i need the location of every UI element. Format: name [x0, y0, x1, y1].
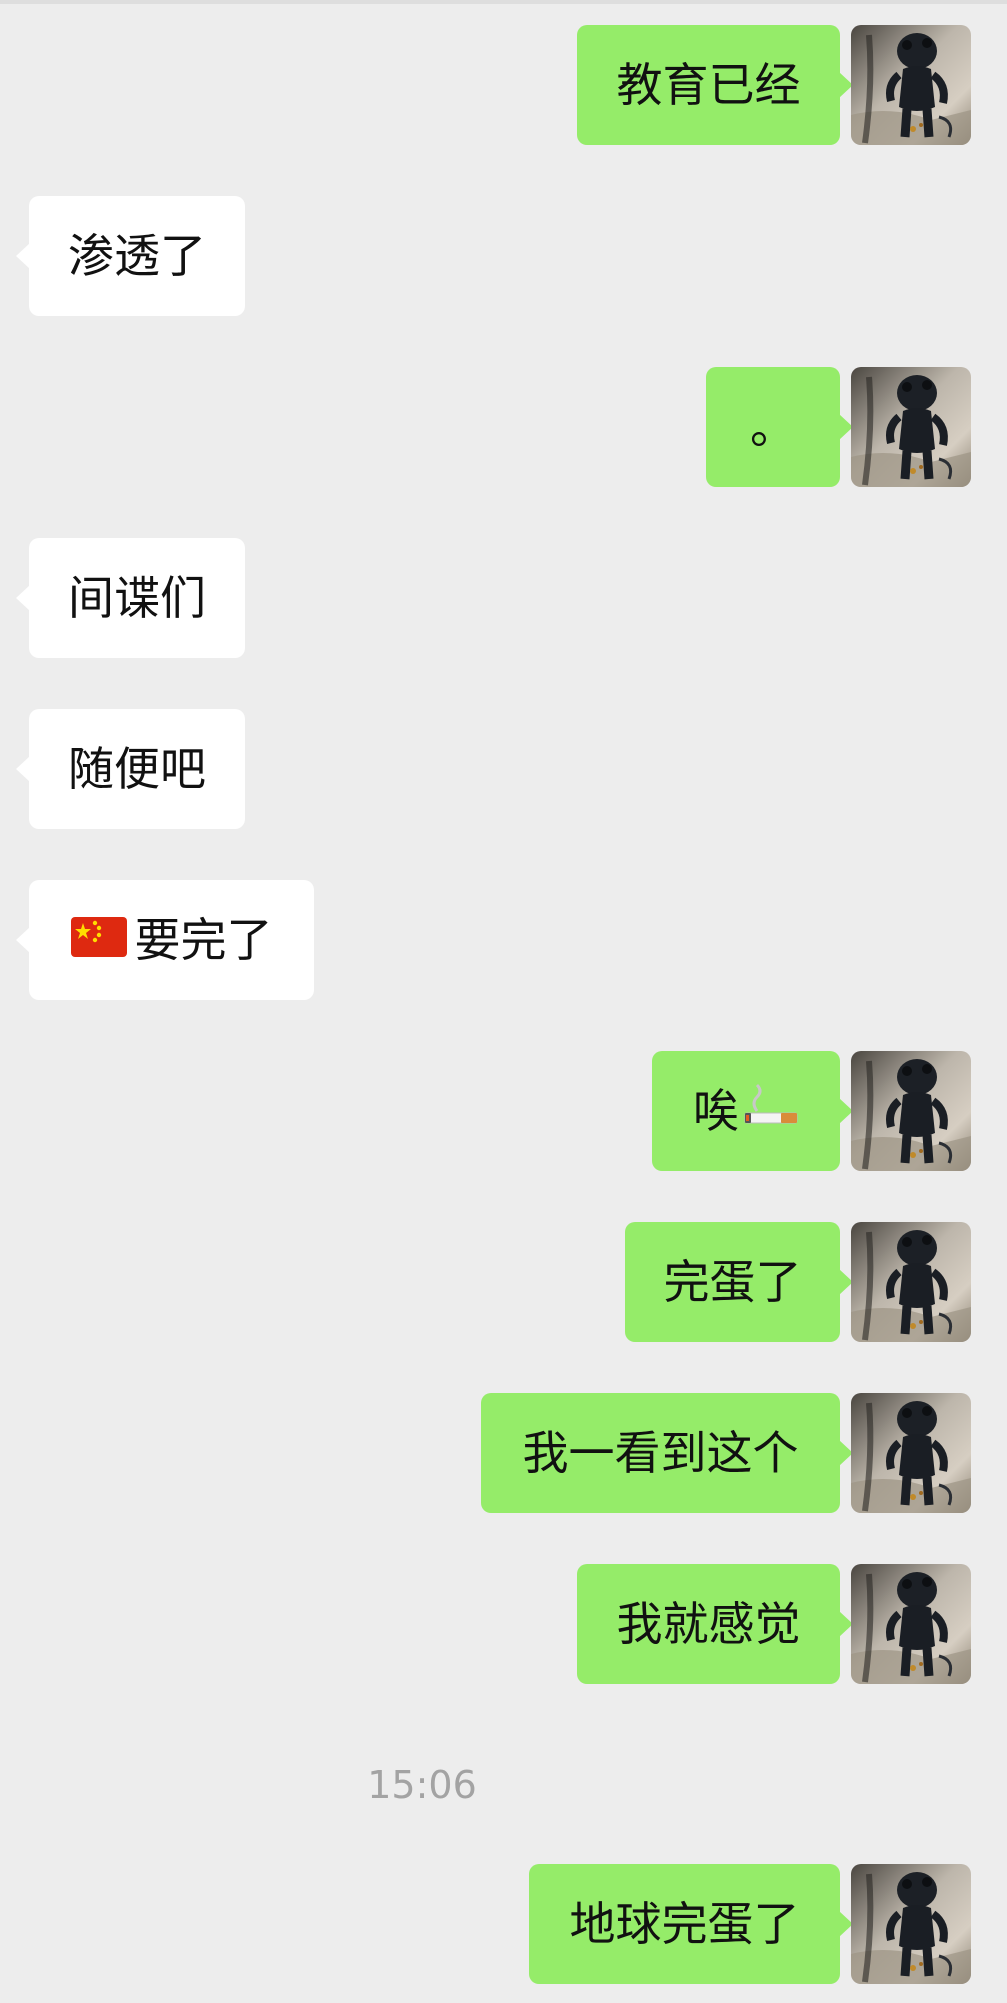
message-text: 教育已经	[616, 58, 801, 112]
message-text: 随便吧	[68, 742, 206, 796]
message-text: 我一看到这个	[522, 1426, 799, 1480]
robot-avatar-icon[interactable]	[851, 1222, 971, 1342]
outgoing-message-bubble[interactable]: 教育已经	[577, 25, 853, 145]
message-row-right: 。	[0, 367, 1007, 487]
incoming-message-bubble[interactable]: 渗透了	[16, 196, 245, 316]
message-text: 我就感觉	[616, 1597, 801, 1651]
outgoing-message-bubble[interactable]: 我一看到这个	[481, 1393, 853, 1513]
message-text: 地球完蛋了	[569, 1897, 800, 1951]
robot-avatar-icon[interactable]	[851, 1051, 971, 1171]
message-text: 要完了	[134, 913, 273, 967]
message-row-right: 我一看到这个	[0, 1393, 1007, 1513]
message-text: 完蛋了	[663, 1255, 802, 1309]
robot-avatar-icon[interactable]	[851, 1864, 971, 1984]
message-row-right: 地球完蛋了	[0, 1864, 1007, 1984]
message-row-left: 随便吧	[0, 709, 1007, 829]
message-row-right: 唉	[0, 1051, 1007, 1171]
top-divider	[0, 0, 1007, 4]
message-row-right: 完蛋了	[0, 1222, 1007, 1342]
message-row-right: 我就感觉	[0, 1564, 1007, 1684]
robot-avatar-icon[interactable]	[851, 1393, 971, 1513]
outgoing-message-bubble[interactable]: 完蛋了	[625, 1222, 853, 1342]
message-text: 。	[750, 400, 796, 454]
timestamp: 15:06	[367, 1763, 477, 1807]
incoming-message-bubble[interactable]: 随便吧	[16, 709, 245, 829]
message-row-left: 间谍们	[0, 538, 1007, 658]
message-row-left: 渗透了	[0, 196, 1007, 316]
outgoing-message-bubble[interactable]: 我就感觉	[577, 1564, 853, 1684]
robot-avatar-icon[interactable]	[851, 25, 971, 145]
message-row-left: 要完了	[0, 880, 1007, 1000]
robot-avatar-icon[interactable]	[851, 1564, 971, 1684]
message-text: 间谍们	[68, 571, 206, 625]
message-text: 唉	[693, 1084, 739, 1138]
cigarette-icon	[743, 1051, 799, 1171]
incoming-message-bubble[interactable]: 要完了	[16, 880, 314, 1001]
outgoing-message-bubble[interactable]: 。	[706, 367, 853, 487]
outgoing-message-bubble[interactable]: 唉	[652, 1051, 853, 1171]
incoming-message-bubble[interactable]: 间谍们	[16, 538, 245, 658]
china-flag-icon	[70, 881, 127, 1001]
outgoing-message-bubble[interactable]: 地球完蛋了	[529, 1864, 853, 1984]
robot-avatar-icon[interactable]	[851, 367, 971, 487]
message-text: 渗透了	[68, 229, 206, 283]
message-row-right: 教育已经	[0, 25, 1007, 145]
